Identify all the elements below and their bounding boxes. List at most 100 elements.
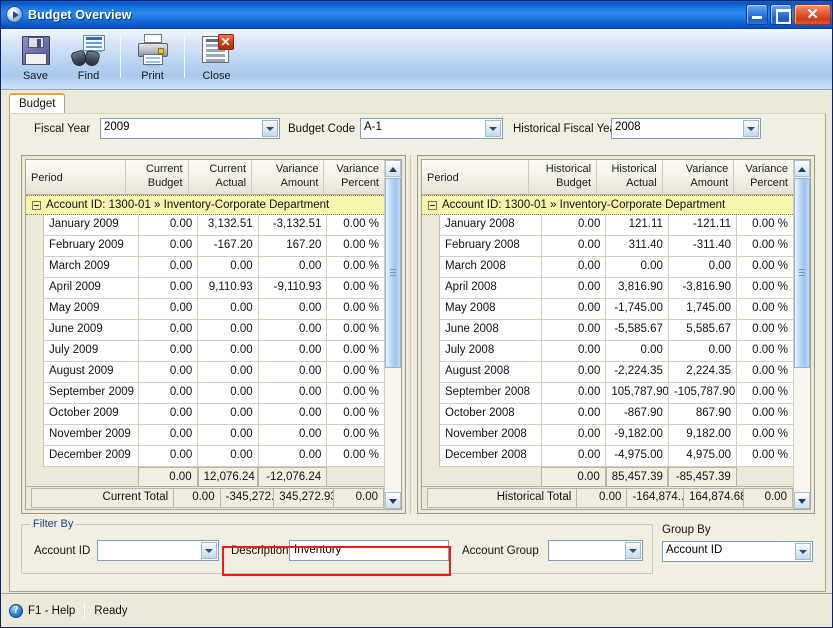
table-row[interactable]: April 2008 0.00 3,816.90 -3,816.90 0.00 % <box>422 278 793 299</box>
table-row[interactable]: March 2009 0.00 0.00 0.00 0.00 % <box>26 257 384 278</box>
help-button[interactable]: ? F1 - Help <box>9 603 75 618</box>
filter-by-group: Filter By Account ID Description Invento… <box>21 518 653 574</box>
chevron-down-icon[interactable] <box>795 543 811 560</box>
description-input[interactable]: Inventory <box>289 540 449 561</box>
table-row[interactable]: February 2009 0.00 -167.20 167.20 0.00 % <box>26 236 384 257</box>
table-row[interactable]: January 2009 0.00 3,132.51 -3,132.51 0.00 % <box>26 215 384 236</box>
table-row[interactable]: December 2009 0.00 0.00 0.00 0.00 % <box>26 446 384 467</box>
historical-grid-scrollbar[interactable] <box>793 160 810 509</box>
group-by-select[interactable]: Account ID <box>662 541 813 562</box>
table-row[interactable]: November 2008 0.00 -9,182.00 9,182.00 0.00 % <box>422 425 793 446</box>
table-row[interactable]: July 2009 0.00 0.00 0.00 0.00 % <box>26 341 384 362</box>
cell-variance: -3,816.90 <box>668 278 738 299</box>
table-row[interactable]: June 2008 0.00 -5,585.67 5,585.67 0.00 % <box>422 320 793 341</box>
table-row[interactable]: October 2009 0.00 0.00 0.00 0.00 % <box>26 404 384 425</box>
scroll-thumb[interactable] <box>794 178 810 368</box>
client-area: Budget Fiscal Year 2009 Budget Code A-1 … <box>1 90 832 595</box>
column-header-period: Period <box>31 172 63 185</box>
table-row[interactable]: September 2009 0.00 0.00 0.00 0.00 % <box>26 383 384 404</box>
cell-actual: 311.40 <box>606 236 669 257</box>
scroll-up-button[interactable] <box>794 160 810 177</box>
cell-actual: -4,975.00 <box>606 446 669 467</box>
cell-percent: 0.00 % <box>737 236 793 257</box>
chevron-down-icon[interactable] <box>485 120 501 137</box>
table-row[interactable]: June 2009 0.00 0.00 0.00 0.00 % <box>26 320 384 341</box>
column-header-hist-variance-amount-line1: Variance <box>685 163 729 175</box>
print-button[interactable]: Print <box>126 31 179 89</box>
cell-variance: 0.00 <box>258 320 328 341</box>
cell-budget: 0.00 <box>541 341 607 362</box>
collapse-icon[interactable] <box>428 200 437 210</box>
cell-percent: 0.00 % <box>737 362 793 383</box>
scroll-up-button[interactable] <box>385 160 401 177</box>
maximize-button[interactable] <box>770 4 792 25</box>
scroll-down-button[interactable] <box>385 492 401 509</box>
table-row[interactable]: July 2008 0.00 0.00 0.00 0.00 % <box>422 341 793 362</box>
collapse-icon[interactable] <box>32 200 41 210</box>
account-group-select[interactable] <box>548 540 643 561</box>
chevron-down-icon[interactable] <box>201 542 217 559</box>
cell-actual: -2,224.35 <box>606 362 669 383</box>
current-grid-scrollbar[interactable] <box>384 160 401 509</box>
close-toolbar-button[interactable]: ✕ Close <box>190 31 243 89</box>
fiscal-year-select[interactable]: 2009 <box>100 118 280 139</box>
chevron-down-icon[interactable] <box>625 542 641 559</box>
cell-period: July 2009 <box>44 341 139 362</box>
cell-percent: 0.00 % <box>327 425 384 446</box>
current-total-label: Current Total <box>31 488 175 508</box>
chevron-down-icon[interactable] <box>743 120 759 137</box>
cell-percent: 0.00 % <box>327 341 384 362</box>
minimize-button[interactable] <box>746 4 768 25</box>
cell-period: December 2008 <box>440 446 542 467</box>
column-header-variance-amount-line1: Variance <box>275 163 319 175</box>
budget-code-select[interactable]: A-1 <box>360 118 503 139</box>
scroll-thumb[interactable] <box>385 178 401 368</box>
row-indent <box>422 236 440 257</box>
table-row[interactable]: March 2008 0.00 0.00 0.00 0.00 % <box>422 257 793 278</box>
cell-period: November 2008 <box>440 425 542 446</box>
cell-percent: 0.00 % <box>737 425 793 446</box>
cell-variance: 0.00 <box>258 425 328 446</box>
historical-total-variance: 164,874.68 <box>682 488 744 508</box>
table-row[interactable]: February 2008 0.00 311.40 -311.40 0.00 % <box>422 236 793 257</box>
table-row[interactable]: September 2008 0.00 105,787.90 -105,787.90 0… <box>422 383 793 404</box>
status-divider <box>84 602 86 619</box>
row-indent <box>26 299 44 320</box>
cell-actual: 3,132.51 <box>198 215 259 236</box>
scroll-down-button[interactable] <box>794 492 810 509</box>
cell-budget: 0.00 <box>541 383 607 404</box>
historical-fiscal-year-select[interactable]: 2008 <box>611 118 761 139</box>
table-row[interactable]: December 2008 0.00 -4,975.00 4,975.00 0.00 % <box>422 446 793 467</box>
table-row[interactable]: May 2008 0.00 -1,745.00 1,745.00 0.00 % <box>422 299 793 320</box>
current-group-row[interactable]: Account ID: 1300-01 » Inventory-Corporat… <box>26 195 384 215</box>
cell-percent: 0.00 % <box>737 257 793 278</box>
table-row[interactable]: January 2008 0.00 121.11 -121.11 0.00 % <box>422 215 793 236</box>
table-row[interactable]: May 2009 0.00 0.00 0.00 0.00 % <box>26 299 384 320</box>
tab-budget[interactable]: Budget <box>9 93 66 114</box>
table-row[interactable]: November 2009 0.00 0.00 0.00 0.00 % <box>26 425 384 446</box>
table-row[interactable]: October 2008 0.00 -867.90 867.90 0.00 % <box>422 404 793 425</box>
cell-actual: 0.00 <box>198 320 259 341</box>
account-id-select[interactable] <box>97 540 219 561</box>
grid-splitter[interactable] <box>408 155 415 514</box>
table-row[interactable]: August 2008 0.00 -2,224.35 2,224.35 0.00 % <box>422 362 793 383</box>
cell-variance: 867.90 <box>668 404 738 425</box>
cell-variance: 0.00 <box>258 404 328 425</box>
cell-budget: 0.00 <box>541 425 607 446</box>
find-button[interactable]: Find <box>62 31 115 89</box>
table-row[interactable]: August 2009 0.00 0.00 0.00 0.00 % <box>26 362 384 383</box>
save-button[interactable]: Save <box>9 31 62 89</box>
historical-group-row[interactable]: Account ID: 1300-01 » Inventory-Corporat… <box>422 195 793 215</box>
close-button[interactable]: ✕ <box>794 4 831 25</box>
historical-group-label: Account ID: 1300-01 » Inventory-Corporat… <box>442 199 726 211</box>
app-icon <box>6 6 23 23</box>
cell-actual: 0.00 <box>198 383 259 404</box>
chevron-down-icon[interactable] <box>262 120 278 137</box>
cell-actual: -5,585.67 <box>606 320 669 341</box>
top-filter-row: Fiscal Year 2009 Budget Code A-1 Histori… <box>10 114 825 150</box>
row-indent <box>422 278 440 299</box>
cell-period: June 2008 <box>440 320 542 341</box>
table-row[interactable]: April 2009 0.00 9,110.93 -9,110.93 0.00 % <box>26 278 384 299</box>
cell-period: February 2008 <box>440 236 542 257</box>
cell-period: March 2008 <box>440 257 542 278</box>
